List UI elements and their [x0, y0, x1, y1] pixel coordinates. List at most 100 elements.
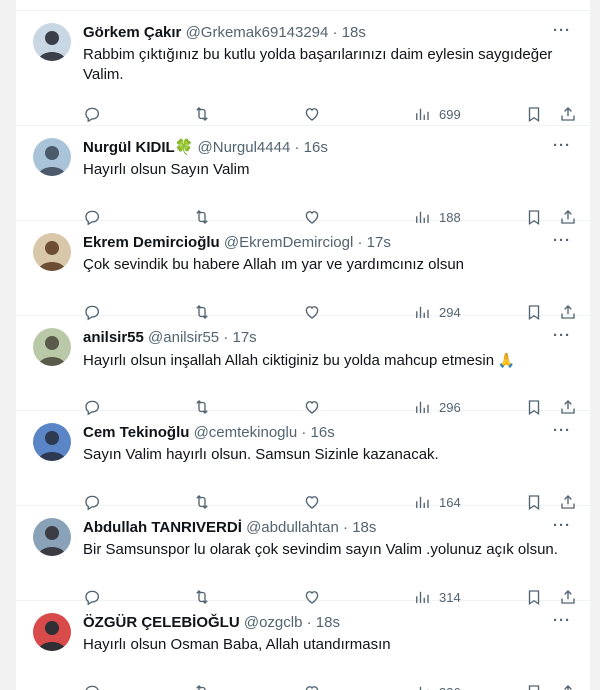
views-button[interactable]: 336	[413, 681, 461, 690]
tweet-text: Rabbim çıktığınız bu kutlu yolda başarıl…	[83, 45, 570, 85]
bookmark-button[interactable]	[525, 681, 543, 690]
tweet-header: ÖZGÜR ÇELEBİOĞLU @ozgclb · 18s	[83, 613, 550, 633]
tweet-time[interactable]: 18s	[316, 614, 340, 631]
avatar[interactable]	[33, 328, 71, 366]
like-button[interactable]	[303, 103, 321, 125]
author-handle[interactable]: @EkremDemirciogl	[224, 234, 353, 251]
more-options-icon[interactable]: ···	[552, 423, 572, 442]
avatar-image	[33, 138, 71, 176]
avatar-image	[33, 518, 71, 556]
share-icon	[564, 685, 572, 690]
tweet-header: Görkem Çakır @Grkemak69143294 · 18s	[83, 23, 550, 43]
views-chart-icon	[416, 108, 429, 120]
more-options-icon[interactable]: ···	[552, 138, 572, 157]
tweet-time[interactable]: 17s	[367, 234, 391, 251]
like-button[interactable]	[303, 681, 321, 690]
avatar[interactable]	[33, 23, 71, 61]
tweet-text-line: Bir Samsunspor lu olarak çok sevindim sa…	[83, 541, 558, 558]
reply-button[interactable]	[83, 681, 101, 690]
avatar[interactable]	[33, 613, 71, 651]
avatar-image	[33, 328, 71, 366]
author-handle[interactable]: @anilsir55	[148, 329, 219, 346]
author-name[interactable]: Nurgül KIDIL	[83, 139, 175, 156]
retweet-button[interactable]	[193, 103, 211, 125]
tweet-time[interactable]: 17s	[232, 329, 256, 346]
tweet[interactable]: ÖZGÜR ÇELEBİOĞLU @ozgclb · 18s ··· Hayır…	[16, 601, 590, 690]
author-handle[interactable]: @Nurgul4444	[198, 139, 291, 156]
tweet-text: Bir Samsunspor lu olarak çok sevindim sa…	[83, 540, 570, 560]
avatar-image	[33, 423, 71, 461]
tweet[interactable]: Görkem Çakır @Grkemak69143294 · 18s ··· …	[16, 11, 590, 126]
author-name[interactable]: Ekrem Demircioğlu	[83, 234, 220, 251]
reply-icon	[85, 107, 100, 123]
heart-icon	[305, 686, 319, 690]
tweet[interactable]: Cem Tekinoğlu @cemtekinoglu · 16s ··· Sa…	[16, 411, 590, 511]
tweet-header: Ekrem Demircioğlu @EkremDemirciogl · 17s	[83, 233, 550, 253]
avatar[interactable]	[33, 233, 71, 271]
share-icon	[561, 107, 575, 121]
retweet-icon	[196, 685, 206, 690]
tweet-header: Nurgül KIDIL🍀 @Nurgul4444 · 16s	[83, 138, 550, 158]
more-options-icon[interactable]: ···	[552, 518, 572, 537]
tweet-header: Abdullah TANRIVERDİ @abdullahtan · 18s	[83, 518, 550, 538]
more-options-icon[interactable]: ···	[552, 328, 572, 347]
tweet[interactable]: Ekrem Demircioğlu @EkremDemirciogl · 17s…	[16, 221, 590, 321]
avatar-image	[33, 233, 71, 271]
tweet-text: Hayırlı olsun Osman Baba, Allah utandırm…	[83, 635, 570, 655]
tweet[interactable]: Abdullah TANRIVERDİ @abdullahtan · 18s ·…	[16, 506, 590, 606]
tweet-time[interactable]: 18s	[342, 24, 366, 41]
author-name[interactable]: Abdullah TANRIVERDİ	[83, 519, 242, 536]
share-button[interactable]	[559, 103, 577, 125]
share-button[interactable]	[559, 681, 577, 690]
reply-icon	[85, 685, 99, 690]
praying-hands-emoji: 🙏	[494, 352, 516, 368]
more-options-icon[interactable]: ···	[552, 23, 572, 42]
author-name[interactable]: ÖZGÜR ÇELEBİOĞLU	[83, 614, 240, 631]
bookmark-icon	[528, 685, 540, 690]
author-name[interactable]: Görkem Çakır	[83, 24, 181, 41]
tweet-text-line: Rabbim çıktığınız bu kutlu yolda başarıl…	[83, 46, 553, 63]
reply-button[interactable]	[83, 103, 101, 125]
tweet-time[interactable]: 16s	[311, 424, 335, 441]
tweet-text-line: Çok sevindik bu habere Allah ım yar ve y…	[83, 256, 465, 273]
author-name[interactable]: Cem Tekinoğlu	[83, 424, 189, 441]
author-handle[interactable]: @Grkemak69143294	[186, 24, 329, 41]
tweet-time[interactable]: 16s	[304, 139, 328, 156]
separator-dot: ·	[294, 139, 304, 156]
tweet-text-line: Valim.	[83, 66, 124, 83]
more-options-icon[interactable]: ···	[552, 233, 572, 252]
avatar[interactable]	[33, 138, 71, 176]
tweet-text: Sayın Valim hayırlı olsun. Samsun Sizinl…	[83, 445, 570, 465]
separator-dot: ·	[306, 614, 316, 631]
bookmark-button[interactable]	[525, 103, 543, 125]
separator-dot: ·	[357, 234, 367, 251]
author-handle[interactable]: @abdullahtan	[246, 519, 339, 536]
bookmark-icon	[528, 107, 540, 123]
clover-emoji: 🍀	[174, 139, 194, 156]
author-handle[interactable]: @cemtekinoglu	[194, 424, 298, 441]
separator-dot: ·	[343, 519, 353, 536]
tweet-actions: 336	[83, 681, 582, 690]
separator-dot: ·	[301, 424, 311, 441]
tweet-actions: 699	[83, 103, 582, 125]
avatar-image	[33, 23, 71, 61]
tweet-time[interactable]: 18s	[352, 519, 376, 536]
avatar[interactable]	[33, 518, 71, 556]
more-options-icon[interactable]: ···	[552, 613, 572, 632]
avatar[interactable]	[33, 423, 71, 461]
tweet-text: Çok sevindik bu habere Allah ım yar ve y…	[83, 255, 570, 275]
views-chart-icon	[419, 686, 429, 690]
author-handle[interactable]: @ozgclb	[244, 614, 303, 631]
tweet-text-line: Hayırlı olsun inşallah Allah ciktiginiz …	[83, 352, 516, 369]
avatar-image	[33, 613, 71, 651]
retweet-button[interactable]	[193, 681, 211, 690]
views-button[interactable]: 699	[413, 103, 461, 125]
tweet[interactable]: anilsir55 @anilsir55 · 17s ··· Hayırlı o…	[16, 316, 590, 416]
feed-top-divider	[16, 0, 590, 11]
tweet-list: Görkem Çakır @Grkemak69143294 · 18s ··· …	[16, 11, 590, 690]
views-count: 699	[439, 106, 461, 122]
tweet[interactable]: Nurgül KIDIL🍀 @Nurgul4444 · 16s ··· Hayı…	[16, 126, 590, 226]
tweet-text-line: Hayırlı olsun Sayın Valim	[83, 161, 250, 178]
tweet-text-line: Hayırlı olsun Osman Baba, Allah utandırm…	[83, 636, 391, 653]
author-name[interactable]: anilsir55	[83, 329, 144, 346]
